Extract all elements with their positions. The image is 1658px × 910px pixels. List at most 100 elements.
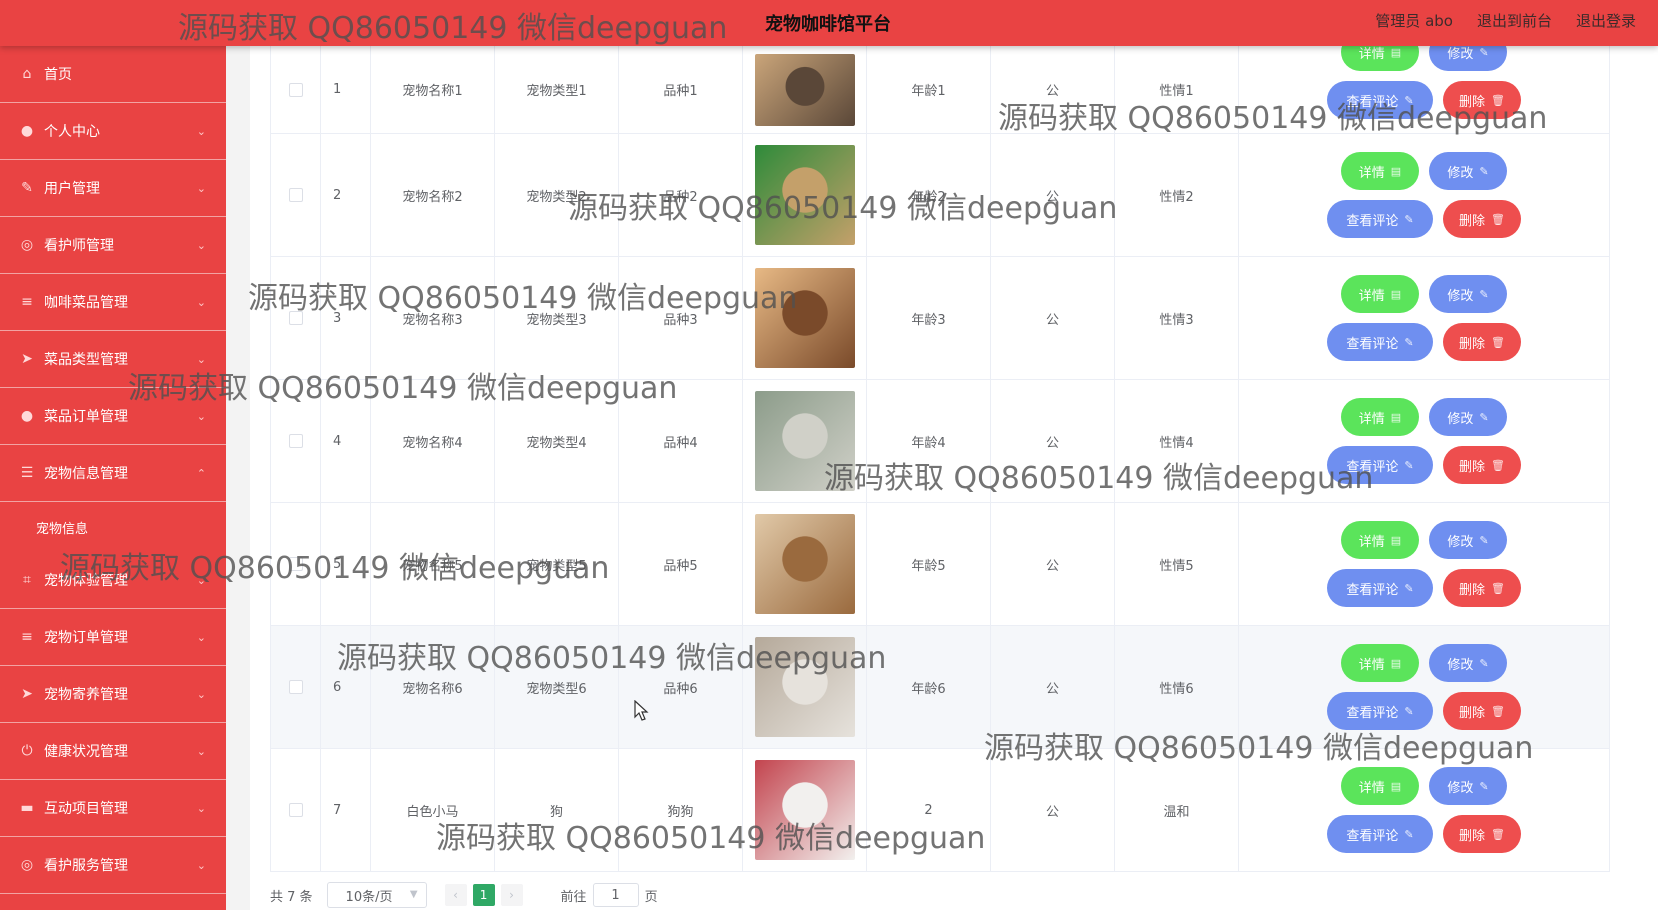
row-checkbox[interactable] [288, 311, 303, 325]
row-checkbox[interactable] [288, 557, 303, 571]
pet-type: 宠物类型2 [495, 134, 619, 256]
pet-breed: 品种2 [619, 134, 743, 256]
row-checkbox[interactable] [288, 82, 303, 97]
edit-button[interactable]: 修改 ✎ [1429, 767, 1507, 805]
pet-age: 年龄1 [867, 46, 991, 133]
delete-label: 删除 [1459, 458, 1486, 474]
row-checkbox[interactable] [288, 434, 303, 448]
row-index: 2 [321, 134, 371, 256]
sidebar-item[interactable]: ▬ 互动项目管理 ⌄ [0, 780, 226, 837]
sidebar-item[interactable]: ◎ 看护服务管理 ⌄ [0, 837, 226, 894]
actions-bottom: 查看评论 ✎ 删除 🗑 [1327, 692, 1521, 730]
detail-label: 详情 [1358, 410, 1385, 426]
chevron-down-icon: ▼ [409, 889, 418, 900]
pet-age: 年龄3 [867, 257, 991, 379]
edit-label: 修改 [1447, 779, 1474, 795]
trash-icon: 🗑 [1491, 828, 1505, 841]
delete-button[interactable]: 删除 🗑 [1443, 446, 1521, 484]
edit-button[interactable]: 修改 ✎ [1429, 398, 1507, 436]
sidebar-item-label: 互动项目管理 [44, 801, 128, 817]
prev-page-button[interactable]: ‹ [444, 884, 467, 906]
detail-button[interactable]: 详情 ▤ [1341, 152, 1419, 190]
table-row: 5 宠物名称5 宠物类型5 品种5 年龄5 公性情5 详情 ▤ 修改 ✎ 查看评论 ✎ 删除 🗑 [270, 503, 1610, 626]
delete-label: 删除 [1459, 704, 1486, 720]
sidebar-item[interactable]: ● 菜品订单管理 ⌄ [0, 388, 226, 445]
detail-button[interactable]: 详情 ▤ [1341, 644, 1419, 682]
goto-page-input[interactable]: 1 [592, 883, 639, 907]
delete-button[interactable]: 删除 🗑 [1443, 200, 1521, 238]
table-row: 7 白色小马狗狗狗 2 公温和 详情 ▤ 修改 ✎ 查看评论 ✎ 删除 🗑 [270, 749, 1610, 872]
trash-icon: 🗑 [1491, 705, 1505, 718]
pet-temperament: 温和 [1115, 749, 1239, 871]
sidebar-subitem[interactable]: 宠物信息 [0, 502, 226, 552]
trash-icon: 🗑 [1491, 213, 1505, 226]
delete-label: 删除 [1459, 212, 1486, 228]
row-checkbox[interactable] [288, 680, 303, 694]
edit-button[interactable]: 修改 ✎ [1429, 275, 1507, 313]
page-number-active[interactable]: 1 [472, 884, 495, 906]
pet-breed: 品种5 [619, 503, 743, 625]
sidebar: ⌂ 首页 ● 个人中心 ⌄ ✎ 用户管理 ⌄ ◎ 看护师管理 ⌄ ≡ 咖啡菜品管理 ⌄ ➤ 菜品类型管理 ⌄ ● 菜… [0, 46, 226, 910]
sidebar-item[interactable]: ➤ 菜品类型管理 ⌄ [0, 331, 226, 388]
view-comments-button[interactable]: 查看评论 ✎ [1327, 692, 1433, 730]
delete-label: 删除 [1459, 335, 1486, 351]
view-comments-button[interactable]: 查看评论 ✎ [1327, 446, 1433, 484]
page-size-select[interactable]: 10条/页 ▼ [326, 882, 427, 908]
chevron-icon: ⌄ [196, 745, 206, 758]
row-checkbox[interactable] [288, 803, 303, 817]
back-to-frontend-link[interactable]: 退出到前台 [1477, 10, 1552, 31]
view-comments-button[interactable]: 查看评论 ✎ [1327, 323, 1433, 361]
menu-icon: ≡ [21, 294, 33, 310]
detail-button[interactable]: 详情 ▤ [1341, 398, 1419, 436]
row-checkbox[interactable] [288, 188, 303, 202]
row-checkbox-cell [271, 134, 321, 256]
sidebar-item[interactable]: ⌗ 宠物体验管理 ⌄ [0, 552, 226, 609]
edit-icon: ✎ [21, 180, 33, 196]
sidebar-item[interactable]: ● 个人中心 ⌄ [0, 103, 226, 160]
detail-button[interactable]: 详情 ▤ [1341, 521, 1419, 559]
pet-image-cell [743, 749, 867, 871]
view-comments-button[interactable]: 查看评论 ✎ [1327, 569, 1433, 607]
sidebar-item[interactable]: ≡ 咖啡菜品管理 ⌄ [0, 274, 226, 331]
sidebar-item[interactable]: ☰ 宠物信息管理 ⌃ [0, 445, 226, 502]
edit-button[interactable]: 修改 ✎ [1429, 521, 1507, 559]
delete-button[interactable]: 删除 🗑 [1443, 692, 1521, 730]
delete-button[interactable]: 删除 🗑 [1443, 569, 1521, 607]
view-comments-button[interactable]: 查看评论 ✎ [1327, 81, 1433, 119]
pencil-icon: ✎ [1404, 336, 1414, 349]
next-page-button[interactable]: › [500, 884, 523, 906]
detail-button[interactable]: 详情 ▤ [1341, 767, 1419, 805]
sidebar-item[interactable]: ⌂ 首页 [0, 46, 226, 103]
pet-breed: 品种6 [619, 626, 743, 748]
sidebar-item[interactable]: ⏻ 健康状况管理 ⌄ [0, 723, 226, 780]
table-row: 4 宠物名称4 宠物类型4 品种4 年龄4 公性情4 详情 ▤ 修改 ✎ 查看评论 ✎ 删除 🗑 [270, 380, 1610, 503]
circle-icon: ◎ [20, 857, 34, 873]
detail-label: 详情 [1358, 656, 1385, 672]
sidebar-item-label: 宠物信息管理 [44, 466, 128, 482]
logout-link[interactable]: 退出登录 [1576, 10, 1636, 31]
list-icon: ☰ [20, 465, 34, 481]
detail-button[interactable]: 详情 ▤ [1341, 275, 1419, 313]
edit-button[interactable]: 修改 ✎ [1429, 644, 1507, 682]
comment-label: 查看评论 [1346, 93, 1399, 109]
row-index: 4 [321, 380, 371, 502]
delete-button[interactable]: 删除 🗑 [1443, 81, 1521, 119]
comment-label: 查看评论 [1346, 335, 1399, 351]
view-comments-button[interactable]: 查看评论 ✎ [1327, 200, 1433, 238]
sidebar-item[interactable]: ◎ 看护师管理 ⌄ [0, 217, 226, 274]
view-comments-button[interactable]: 查看评论 ✎ [1327, 815, 1433, 853]
sidebar-item-label: 宠物订单管理 [44, 630, 128, 646]
edit-button[interactable]: 修改 ✎ [1429, 152, 1507, 190]
delete-button[interactable]: 删除 🗑 [1443, 323, 1521, 361]
sidebar-item[interactable]: ➤ 宠物寄养管理 ⌄ [0, 666, 226, 723]
chevron-icon: ⌄ [196, 125, 206, 138]
document-icon: ▤ [1390, 534, 1402, 547]
sidebar-item[interactable]: ✎ 用户管理 ⌄ [0, 160, 226, 217]
delete-button[interactable]: 删除 🗑 [1443, 815, 1521, 853]
sidebar-item[interactable]: ≡ 宠物订单管理 ⌄ [0, 609, 226, 666]
comment-label: 查看评论 [1346, 827, 1399, 843]
row-checkbox-cell [271, 380, 321, 502]
pencil-icon: ✎ [1404, 705, 1414, 718]
pet-age: 年龄6 [867, 626, 991, 748]
pet-photo-white-cat [754, 637, 855, 737]
